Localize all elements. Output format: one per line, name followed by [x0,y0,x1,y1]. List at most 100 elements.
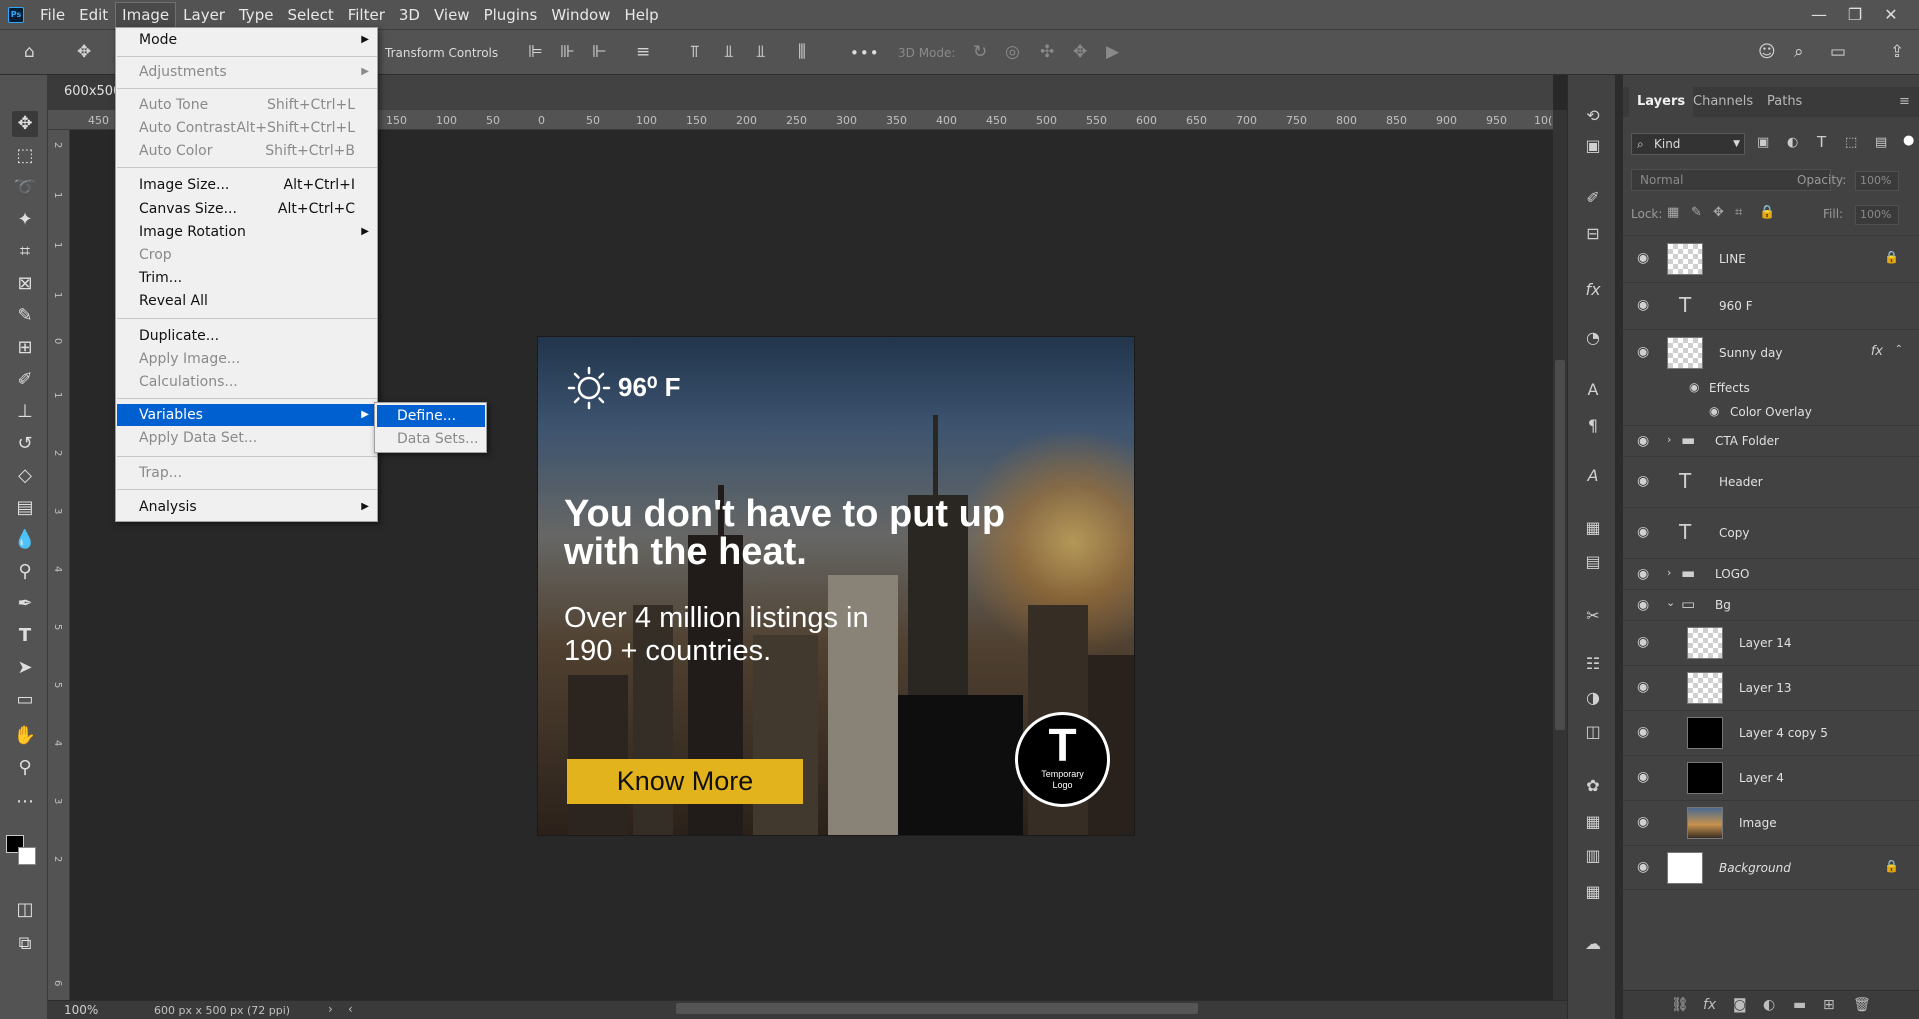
menuitem-calculations[interactable]: Calculations... [117,371,377,393]
visibility-eye-icon[interactable]: ◉ [1637,250,1649,266]
document-dimensions[interactable]: 600 px x 500 px (72 ppi) [154,1004,290,1017]
menuitem-mode[interactable]: Mode ▶ [117,29,377,51]
lock-image-icon[interactable]: ✎ [1691,205,1702,220]
align-right-icon[interactable]: ⊩ [592,42,607,62]
scroll-left-icon[interactable]: ‹ [348,1002,353,1016]
expand-arrow-icon[interactable]: › [1667,566,1671,579]
hand-tool-icon[interactable]: ✋ [12,723,38,749]
minimize-button[interactable]: — [1801,5,1837,24]
libraries-icon[interactable]: ▦ [1582,517,1604,539]
menu-help[interactable]: Help [618,3,664,27]
layer-row-sunny-day[interactable]: ◉ Sunny day fx ⌃ [1623,329,1919,377]
layer-row-bg[interactable]: ◉ ⌄ ▭ Bg [1623,589,1919,620]
visibility-eye-icon[interactable]: ◉ [1709,404,1719,418]
background-color-swatch[interactable] [18,847,36,865]
layer-name[interactable]: LOGO [1715,567,1749,581]
share-icon[interactable]: ⇪ [1890,42,1904,62]
color-wheel-icon[interactable]: ✿ [1582,775,1604,797]
color-panel-icon[interactable]: ◑ [1582,687,1604,709]
layer-name[interactable]: Image [1739,816,1777,830]
healing-tool-icon[interactable]: ⊞ [12,335,38,361]
frame-tool-icon[interactable]: ⊠ [12,271,38,297]
move-tool-icon[interactable]: ✥ [77,42,91,62]
stamp-tool-icon[interactable]: ⊥ [12,399,38,425]
menuitem-auto-color[interactable]: Auto Color Shift+Ctrl+B [117,140,377,162]
layer-row-background[interactable]: ◉ Background 🔒 [1623,845,1919,890]
filter-smart-object-icon[interactable]: ▤ [1875,135,1887,150]
layer-name[interactable]: Copy [1719,526,1749,540]
glyphs-panel-icon[interactable]: A [1582,465,1604,487]
distribute-vertical-icon[interactable]: ⫼ [798,42,806,62]
tab-layers[interactable]: Layers [1629,87,1694,117]
menuitem-analysis[interactable]: Analysis ▶ [117,496,377,518]
layer-name[interactable]: LINE [1719,252,1746,266]
visibility-eye-icon[interactable]: ◉ [1637,769,1649,785]
menuitem-adjustments[interactable]: Adjustments ▶ [117,61,377,83]
layer-row-960f[interactable]: ◉ T 960 F [1623,282,1919,329]
zoom-tool-icon[interactable]: ⚲ [12,755,38,781]
tools-presets-icon[interactable]: ✂ [1582,605,1604,627]
fill-input[interactable]: 100% [1855,205,1899,225]
swatches-icon[interactable]: ◫ [1582,721,1604,743]
vertical-scroll-thumb[interactable] [1555,360,1565,730]
path-selection-tool-icon[interactable]: ➤ [12,655,38,681]
gradient-tool-icon[interactable]: ▤ [12,495,38,521]
crop-tool-icon[interactable]: ⌗ [12,239,38,265]
layer-row-layer-13[interactable]: ◉ Layer 13 [1623,665,1919,710]
opacity-input[interactable]: 100% [1855,171,1899,191]
visibility-eye-icon[interactable]: ◉ [1637,524,1649,540]
transform-controls-label[interactable]: Transform Controls [385,46,498,60]
eyedropper-tool-icon[interactable]: ✎ [12,303,38,329]
move-tool-icon[interactable]: ✥ [12,111,38,137]
restore-button[interactable]: ❐ [1837,5,1873,24]
new-adjustment-layer-icon[interactable]: ◐ [1763,997,1775,1013]
layer-row-cta-folder[interactable]: ◉ › ▬ CTA Folder [1623,425,1919,456]
character-panel-icon[interactable]: A [1582,379,1604,401]
visibility-eye-icon[interactable]: ◉ [1637,473,1649,489]
layer-row-layer-14[interactable]: ◉ Layer 14 [1623,620,1919,665]
menuitem-canvas-size[interactable]: Canvas Size... Alt+Ctrl+C [117,198,377,220]
menuitem-data-sets[interactable]: Data Sets... [377,428,485,450]
menuitem-reveal-all[interactable]: Reveal All [117,290,377,312]
menuitem-apply-image[interactable]: Apply Image... [117,348,377,370]
layer-name[interactable]: Layer 13 [1739,681,1792,695]
layer-name[interactable]: Header [1719,475,1763,489]
timeline-icon[interactable]: ▦ [1582,881,1604,903]
camera-3d-icon[interactable]: ▶ [1106,42,1119,62]
layer-name[interactable]: Sunny day [1719,346,1782,360]
menuitem-duplicate[interactable]: Duplicate... [117,325,377,347]
layer-name[interactable]: Bg [1715,598,1731,612]
visibility-eye-icon[interactable]: ◉ [1637,634,1649,650]
new-layer-icon[interactable]: ⊞ [1823,997,1835,1013]
pan-3d-icon[interactable]: ✣ [1040,42,1054,62]
filter-pixel-icon[interactable]: ▣ [1757,135,1769,150]
visibility-eye-icon[interactable]: ◉ [1637,344,1649,360]
add-layer-style-icon[interactable]: fx [1703,997,1716,1013]
status-expand-icon[interactable]: › [328,1002,333,1016]
menuitem-trim[interactable]: Trim... [117,267,377,289]
magic-wand-tool-icon[interactable]: ✦ [12,207,38,233]
filter-toggle-icon[interactable]: ● [1903,133,1914,148]
close-button[interactable]: ✕ [1873,5,1909,24]
visibility-eye-icon[interactable]: ◉ [1637,859,1649,875]
visibility-eye-icon[interactable]: ◉ [1689,380,1699,394]
collapse-arrow-icon[interactable]: ⌄ [1666,596,1675,609]
document-canvas[interactable]: 96⁰ F You don't have to put up with the … [537,336,1135,836]
menu-layer[interactable]: Layer [177,3,231,27]
lasso-tool-icon[interactable]: ➰ [12,175,38,201]
visibility-eye-icon[interactable]: ◉ [1637,297,1649,313]
visibility-eye-icon[interactable]: ◉ [1637,724,1649,740]
type-tool-icon[interactable]: T [12,623,38,649]
menuitem-crop[interactable]: Crop [117,244,377,266]
new-group-icon[interactable]: ▬ [1793,997,1806,1013]
menu-select[interactable]: Select [281,3,339,27]
align-top-icon[interactable]: ⫪ [690,42,700,62]
menu-3d[interactable]: 3D [393,3,426,27]
user-share-icon[interactable]: ☺ [1758,42,1776,62]
history-brush-tool-icon[interactable]: ↺ [12,431,38,457]
menuitem-apply-data-set[interactable]: Apply Data Set... [117,427,377,449]
horizontal-scroll-thumb[interactable] [676,1003,1198,1014]
lock-all-icon[interactable]: 🔒 [1759,205,1775,220]
lock-artboard-icon[interactable]: ⌗ [1735,205,1742,220]
layer-name[interactable]: CTA Folder [1715,434,1779,448]
